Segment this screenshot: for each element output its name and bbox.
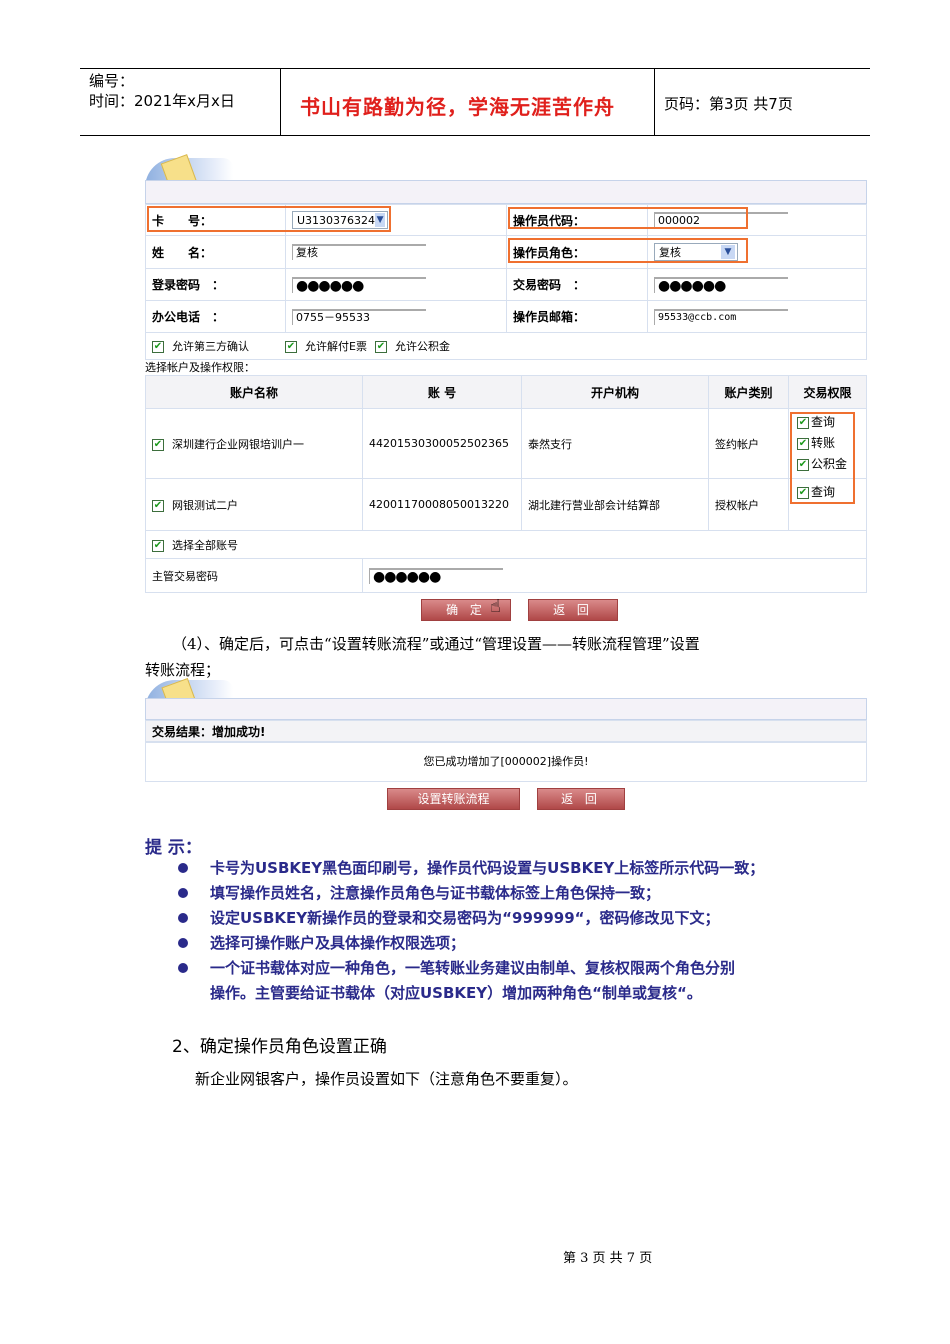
column-header: 账 号 [362,375,522,409]
account-type: 签约帐户 [708,408,789,479]
paragraph: 转账流程； [145,661,221,679]
login-pwd-input[interactable]: ●●●●●● [292,276,426,293]
hand-cursor-icon: ☝ [490,596,501,617]
time-label: 时间：2021年x月x日 [89,92,235,110]
table-row: ✔ 深圳建行企业网银培训户一 44201530300052502365 泰然支行 签约帐… [145,408,867,479]
account-type: 授权帐户 [708,478,789,531]
accounts-title: 选择帐户及操作权限： [145,361,255,374]
back-button[interactable]: 返 回 [537,788,625,810]
bullet-icon [178,863,188,873]
email-input[interactable]: 95533@ccb.com [654,308,788,325]
option-label: 允许解付E票 [305,340,367,353]
login-pwd-label: 登录密码 ： [145,268,286,301]
paragraph: （4）、确定后，可点击“设置转账流程”或通过“管理设置——转账流程管理”设置 [172,635,700,653]
bullet-icon [178,938,188,948]
phone-label: 办公电话 ： [145,300,286,333]
checkbox[interactable]: ✔ [285,341,297,353]
name-label: 姓 名： [145,235,286,269]
tip-item: 填写操作员姓名，注意操作员角色与证书载体标签上角色保持一致； [210,884,661,902]
highlight-box [508,207,748,229]
panel-bar [145,180,867,204]
email-label: 操作员邮箱： [506,300,648,333]
result-title: 交易结果：增加成功! [145,720,867,742]
column-header: 开户机构 [521,375,709,409]
bullet-icon [178,963,188,973]
tips-title: 提 示： [145,838,202,858]
select-all-label: 选择全部账号 [172,538,238,552]
back-button[interactable]: 返 回 [528,599,618,621]
trade-pwd-input[interactable]: ●●●●●● [654,276,788,293]
column-header: 账户类别 [708,375,789,409]
page-header: 编号： 时间：2021年x月x日 书山有路勤为径，学海无涯苦作舟 页码：第3页 共… [80,68,870,136]
divider [280,69,281,136]
supervisor-pwd-label: 主管交易密码 [145,558,363,593]
checkbox[interactable]: ✔ [374,341,387,353]
checkbox[interactable]: ✔ [152,438,164,451]
divider [654,69,655,136]
account-name: 网银测试二户 [172,498,238,512]
column-header: 账户名称 [145,375,363,409]
tip-item: 设定USBKEY新操作员的登录和交易密码为“999999“，密码修改见下文； [210,909,720,927]
highlight-box [790,412,855,504]
account-org: 泰然支行 [521,408,709,479]
highlight-box [147,206,391,232]
account-org: 湖北建行营业部会计结算部 [521,478,709,531]
account-name: 深圳建行企业网银培训户一 [172,437,304,451]
account-number: 44201530300052502365 [362,408,522,479]
panel-bar [145,698,867,720]
checkbox[interactable]: ✔ [152,341,164,353]
tip-item: 操作。主管要给证书载体（对应USBKEY）增加两种角色“制单或复核“。 [210,984,702,1002]
accounts-table: 账户名称账 号开户机构 账户类别 交易权限 ✔ 深圳建行企业网银培训户一 4420153… [145,375,867,593]
highlight-box [508,238,748,263]
section-heading: 2、确定操作员角色设置正确 [172,1037,387,1057]
supervisor-pwd-input[interactable]: ●●●●●● [369,567,503,584]
option-label: 允许第三方确认 [172,340,249,353]
page-footer: 第 3 页 共 7 页 [563,1251,653,1266]
table-row: ✔ 网银测试二户 42001170008050013220 湖北建行营业部会计结算部授… [145,478,867,531]
bullet-icon [178,888,188,898]
section-text: 新企业网银客户，操作员设置如下（注意角色不要重复）。 [195,1070,578,1088]
page-info: 页码：第3页 共7页 [664,95,793,113]
tip-item: 一个证书载体对应一种角色，一笔转账业务建议由制单、复核权限两个角色分别 [210,959,736,977]
select-all-checkbox[interactable]: ✔ [152,539,164,552]
phone-input[interactable]: 0755－95533 [292,308,426,325]
trade-pwd-label: 交易密码 ： [506,268,648,301]
motto: 书山有路勤为径，学海无涯苦作舟 [300,95,615,119]
account-number: 42001170008050013220 [362,478,522,531]
number-label: 编号： [89,72,135,90]
option-label: 允许公积金 [394,340,450,353]
tip-item: 卡号为USBKEY黑色面印刷号，操作员代码设置与USBKEY上标签所示代码一致； [210,859,765,877]
column-header: 交易权限 [788,375,867,409]
name-input[interactable]: 复核 [292,244,426,260]
bullet-icon [178,913,188,923]
result-message: 您已成功增加了[000002]操作员! [145,742,867,782]
set-flow-button[interactable]: 设置转账流程 [387,788,520,810]
checkbox[interactable]: ✔ [152,499,164,512]
tip-item: 选择可操作账户及具体操作权限选项； [210,934,466,952]
